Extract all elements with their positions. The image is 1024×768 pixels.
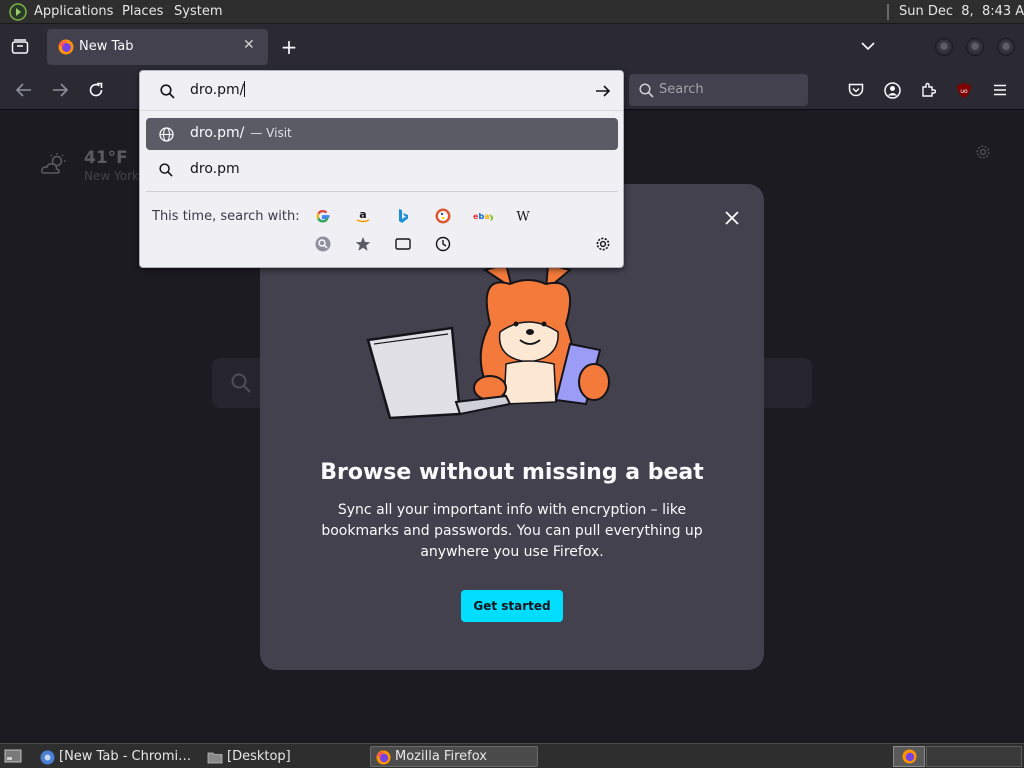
svg-text:ebay: ebay (473, 212, 493, 221)
urlbar-dropdown: dro.pm/ dro.pm/ — Visit dro.pm This time,… (139, 70, 624, 268)
taskbar-item-label: [New Tab - Chromi… (59, 749, 192, 764)
maximize-window-icon[interactable] (966, 38, 984, 56)
duckduckgo-engine-icon[interactable] (433, 206, 453, 226)
show-desktop-icon[interactable] (3, 747, 23, 765)
search-icon (158, 82, 176, 100)
bing-engine-icon[interactable] (393, 206, 413, 226)
divider (146, 191, 618, 192)
list-all-tabs-chevron-icon[interactable] (858, 36, 878, 56)
history-clock-icon[interactable] (433, 234, 453, 254)
wikipedia-engine-icon[interactable]: W (513, 206, 533, 226)
dialog-title: Browse without missing a beat (320, 460, 704, 485)
search-tabs-icon[interactable] (313, 234, 333, 254)
firefox-icon (375, 749, 391, 765)
extensions-puzzle-icon[interactable] (918, 80, 938, 100)
amazon-engine-icon[interactable]: a (353, 206, 373, 226)
top-panel: Applications Places System Sun Dec 8, 8:… (0, 0, 1024, 24)
close-window-icon[interactable] (997, 38, 1015, 56)
taskbar-item-label: Mozilla Firefox (395, 749, 487, 764)
search-icon (638, 82, 654, 98)
chromium-icon (39, 749, 55, 765)
panel-separator (887, 4, 889, 20)
ebay-engine-icon[interactable]: ebay (473, 206, 493, 226)
forward-arrow-icon[interactable] (50, 80, 70, 100)
weather-partly-sunny-icon (40, 151, 70, 177)
search-icon (230, 372, 252, 394)
folder-icon (207, 749, 223, 765)
workspace-2[interactable] (926, 746, 1022, 767)
bookmarks-star-icon[interactable] (353, 234, 373, 254)
reload-icon[interactable] (86, 80, 106, 100)
tabs-window-icon[interactable] (393, 234, 413, 254)
search-icon (158, 162, 174, 178)
search-with-label: This time, search with: (152, 209, 300, 224)
suggestion-visit-row[interactable]: dro.pm/ — Visit (146, 118, 618, 150)
new-tab-icon[interactable]: + (278, 35, 300, 59)
taskbar-item-desktop[interactable]: [Desktop] (202, 746, 366, 767)
tab-new-tab[interactable]: New Tab ✕ (47, 29, 268, 65)
close-dialog-icon[interactable] (722, 208, 742, 228)
tab-label: New Tab (79, 39, 134, 54)
pocket-icon[interactable] (846, 80, 866, 100)
weather-location[interactable]: New York (84, 169, 139, 183)
ublock-origin-icon[interactable]: uo (954, 80, 974, 100)
fox-with-laptop-illustration (360, 262, 620, 434)
firefox-view-icon[interactable] (8, 36, 32, 58)
bottom-taskbar: [New Tab - Chromi… [Desktop] Mozilla Fir… (0, 743, 1024, 768)
google-engine-icon[interactable] (313, 206, 333, 226)
applications-logo-icon[interactable] (8, 3, 28, 21)
menu-system[interactable]: System (174, 4, 222, 19)
svg-text:a: a (359, 208, 366, 221)
taskbar-item-label: [Desktop] (227, 749, 291, 764)
workspace-switcher-firefox-icon[interactable] (893, 746, 925, 767)
taskbar-item-chromium[interactable]: [New Tab - Chromi… (34, 746, 198, 767)
tab-bar: New Tab ✕ + (0, 24, 1024, 70)
urlbar-input-row[interactable]: dro.pm/ (140, 71, 623, 111)
minimize-window-icon[interactable] (935, 38, 953, 56)
suggestion-text: dro.pm/ (190, 125, 245, 141)
suggestion-text: dro.pm (190, 161, 240, 177)
svg-text:W: W (516, 210, 530, 225)
account-icon[interactable] (882, 80, 902, 100)
personalize-gear-icon[interactable] (974, 143, 992, 161)
svg-text:uo: uo (960, 88, 968, 95)
suggestion-action: — Visit (250, 126, 292, 140)
suggestion-search-row[interactable]: dro.pm (146, 154, 618, 186)
globe-icon (158, 126, 174, 142)
firefox-icon (57, 38, 75, 56)
search-bar[interactable]: Search (629, 74, 808, 106)
search-placeholder: Search (659, 82, 704, 97)
go-arrow-icon[interactable] (594, 82, 612, 100)
dialog-body-text: Sync all your important info with encryp… (321, 502, 703, 560)
weather-temperature[interactable]: 41°F (84, 148, 128, 168)
get-started-button[interactable]: Get started (461, 590, 563, 622)
url-input[interactable]: dro.pm/ (190, 81, 246, 98)
hamburger-menu-icon[interactable] (990, 80, 1010, 100)
back-arrow-icon[interactable] (14, 80, 34, 100)
menu-applications[interactable]: Applications (34, 4, 113, 19)
tab-close-icon[interactable]: ✕ (243, 37, 255, 53)
taskbar-item-firefox[interactable]: Mozilla Firefox (370, 746, 538, 767)
menu-places[interactable]: Places (122, 4, 163, 19)
clock[interactable]: Sun Dec 8, 8:43 AM (899, 4, 1024, 19)
search-settings-gear-icon[interactable] (593, 234, 613, 254)
